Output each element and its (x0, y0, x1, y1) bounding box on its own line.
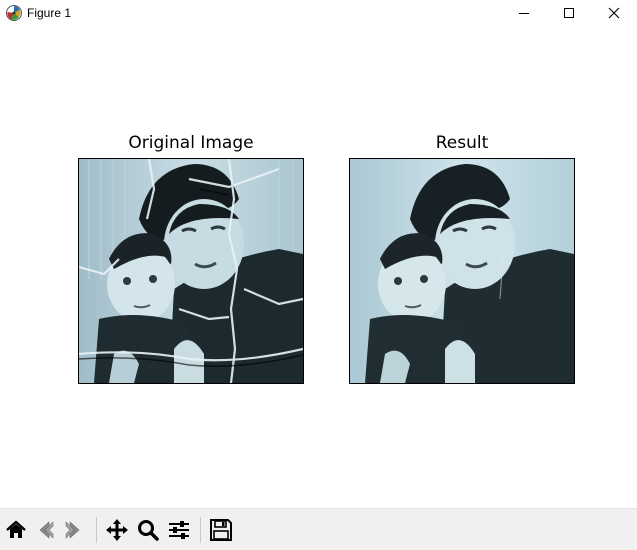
original-image-axes (78, 158, 304, 384)
forward-button[interactable] (60, 515, 88, 545)
configure-subplots-button[interactable] (165, 515, 193, 545)
toolbar-separator (200, 517, 201, 543)
back-button[interactable] (31, 515, 59, 545)
home-button[interactable] (2, 515, 30, 545)
original-image-title: Original Image (128, 133, 254, 153)
navigation-toolbar (0, 508, 637, 550)
home-icon (5, 519, 27, 541)
save-button[interactable] (207, 515, 235, 545)
back-arrow-icon (34, 519, 56, 541)
toolbar-separator (96, 517, 97, 543)
save-icon (209, 518, 233, 542)
minimize-icon (518, 7, 530, 19)
zoom-icon (136, 518, 160, 542)
figure-canvas[interactable]: Original Image Result (0, 26, 637, 508)
result-photo (350, 159, 574, 383)
maximize-button[interactable] (546, 0, 592, 26)
maximize-icon (563, 7, 575, 19)
result-image-axes (349, 158, 575, 384)
pan-icon (105, 518, 129, 542)
result-image-title: Result (435, 133, 489, 153)
forward-arrow-icon (63, 519, 85, 541)
minimize-button[interactable] (501, 0, 547, 26)
window-title: Figure 1 (27, 6, 72, 20)
close-icon (608, 7, 620, 19)
original-photo (79, 159, 303, 383)
window-titlebar: Figure 1 (0, 0, 637, 26)
zoom-button[interactable] (134, 515, 162, 545)
matplotlib-logo-icon (5, 4, 23, 22)
configure-subplots-icon (167, 518, 191, 542)
close-button[interactable] (591, 0, 637, 26)
pan-button[interactable] (103, 515, 131, 545)
